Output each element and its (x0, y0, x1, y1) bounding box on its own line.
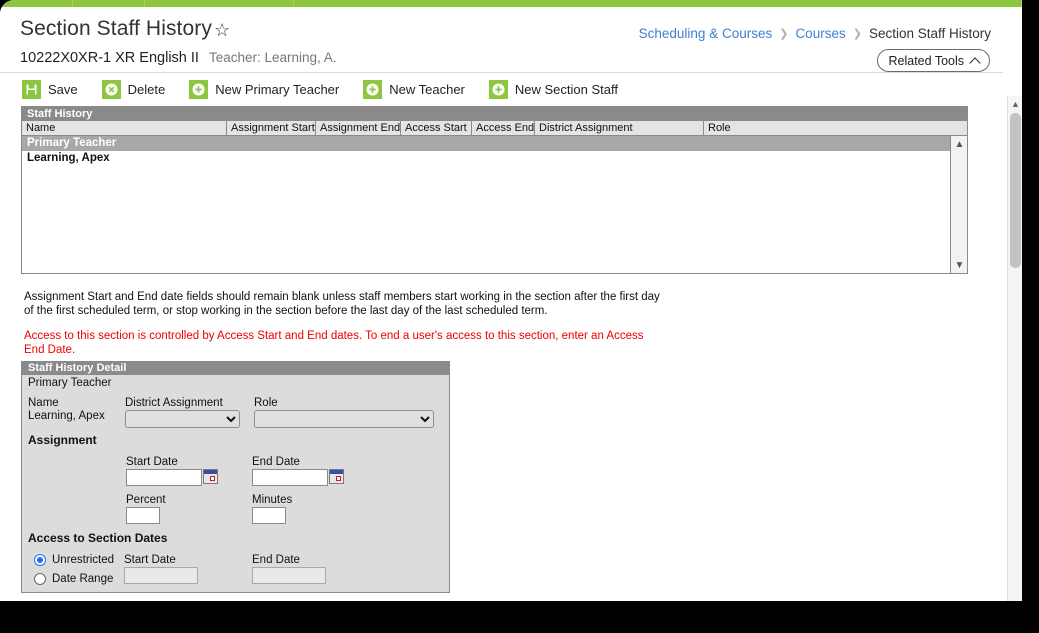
scroll-up-icon[interactable]: ▲ (951, 136, 968, 152)
breadcrumb-separator-icon: ❯ (779, 28, 789, 40)
save-button[interactable]: Save (22, 79, 78, 99)
related-tools-button[interactable]: Related Tools (877, 49, 990, 72)
plus-circle-icon (189, 79, 209, 99)
name-label: Name (28, 397, 59, 409)
detail-subtitle: Primary Teacher (28, 377, 112, 389)
district-assignment-select[interactable] (125, 410, 240, 428)
percent-input[interactable] (126, 507, 160, 524)
grid-body: Primary Teacher Learning, Apex ▲ ▼ (22, 136, 967, 273)
column-header-access-start[interactable]: Access Start (401, 121, 472, 135)
grid-header-row: Name Assignment Start Assignment End Acc… (22, 121, 967, 136)
breadcrumb-separator-icon: ❯ (852, 28, 862, 40)
plus-circle-icon (363, 79, 383, 99)
column-header-name[interactable]: Name (22, 121, 227, 135)
detail-panel-title: Staff History Detail (22, 361, 449, 375)
grid-group-header-primary-teacher: Primary Teacher (22, 136, 950, 151)
breadcrumb-item-courses[interactable]: Courses (795, 26, 845, 41)
new-teacher-label: New Teacher (389, 81, 465, 97)
radio-unrestricted-label: Unrestricted (52, 554, 114, 566)
breadcrumb-item-scheduling-courses[interactable]: Scheduling & Courses (639, 26, 773, 41)
chevron-up-icon (969, 56, 981, 69)
radio-date-range-label: Date Range (52, 573, 114, 585)
page-scroll-thumb[interactable] (1010, 113, 1021, 268)
column-header-district-assignment[interactable]: District Assignment (535, 121, 704, 135)
save-disk-icon (22, 79, 41, 99)
breadcrumb-item-current: Section Staff History (868, 26, 991, 41)
staff-history-detail-panel: Staff History Detail Primary Teacher Nam… (21, 361, 450, 593)
assignment-start-date-input[interactable] (126, 469, 202, 486)
radio-date-range-indicator (34, 573, 46, 585)
teacher-name: Teacher: Learning, A. (208, 50, 337, 65)
scroll-down-icon[interactable]: ▼ (951, 257, 968, 273)
course-subtitle: 10222X0XR-1 XR English II Teacher: Learni… (20, 50, 337, 66)
radio-date-range[interactable]: Date Range (34, 573, 113, 585)
access-start-date-label: Start Date (124, 554, 176, 566)
new-teacher-button[interactable]: New Teacher (363, 79, 465, 99)
page-vertical-scrollbar[interactable]: ▲ (1007, 96, 1022, 601)
browser-frame: Section Staff History ☆ 10222X0XR-1 XR E… (0, 0, 1039, 633)
access-to-section-dates-heading: Access to Section Dates (28, 531, 168, 545)
page-scroll-up-icon[interactable]: ▲ (1008, 96, 1022, 111)
delete-label: Delete (127, 81, 166, 97)
assignment-note: Assignment Start and End date fields sho… (24, 291, 660, 317)
top-green-bar (0, 0, 1022, 7)
new-primary-teacher-button[interactable]: New Primary Teacher (189, 79, 340, 99)
page-title: Section Staff History (20, 17, 212, 40)
minutes-label: Minutes (252, 494, 293, 506)
new-primary-teacher-label: New Primary Teacher (215, 81, 340, 97)
action-toolbar: Save Delete New Primary Teacher New Teac… (0, 74, 1003, 104)
district-assignment-label: District Assignment (125, 397, 223, 409)
assignment-end-date-input[interactable] (252, 469, 328, 486)
radio-unrestricted[interactable]: Unrestricted (34, 554, 114, 566)
save-label: Save (48, 81, 78, 97)
access-note: Access to this section is controlled by … (24, 330, 644, 356)
plus-circle-icon (488, 79, 508, 99)
new-section-staff-label: New Section Staff (514, 81, 618, 97)
column-header-access-end[interactable]: Access End (472, 121, 535, 135)
calendar-picker-icon[interactable] (203, 469, 218, 484)
role-label: Role (254, 397, 278, 409)
access-start-date-input[interactable] (124, 567, 198, 584)
page-header: Section Staff History ☆ 10222X0XR-1 XR E… (0, 7, 1003, 73)
name-value: Learning, Apex (28, 410, 105, 422)
table-row[interactable]: Learning, Apex (22, 151, 967, 166)
grid-vertical-scrollbar[interactable]: ▲ ▼ (950, 136, 967, 273)
radio-unrestricted-indicator (34, 554, 46, 566)
access-end-date-label: End Date (252, 554, 300, 566)
staff-history-grid: Staff History Name Assignment Start Assi… (21, 106, 968, 274)
minutes-input[interactable] (252, 507, 286, 524)
grid-title: Staff History (22, 107, 967, 121)
column-header-role[interactable]: Role (704, 121, 967, 135)
access-end-date-input[interactable] (252, 567, 326, 584)
delete-circle-x-icon (101, 79, 121, 99)
role-select[interactable] (254, 410, 434, 428)
delete-button[interactable]: Delete (101, 79, 166, 99)
new-section-staff-button[interactable]: New Section Staff (488, 79, 618, 99)
course-name: 10222X0XR-1 XR English II (20, 50, 199, 66)
percent-label: Percent (126, 494, 166, 506)
assignment-heading: Assignment (28, 433, 97, 447)
column-header-assignment-start[interactable]: Assignment Start (227, 121, 316, 135)
page-viewport: Section Staff History ☆ 10222X0XR-1 XR E… (0, 0, 1022, 601)
column-header-assignment-end[interactable]: Assignment End (316, 121, 401, 135)
assignment-end-date-label: End Date (252, 456, 300, 468)
calendar-picker-icon[interactable] (329, 469, 344, 484)
breadcrumb: Scheduling & Courses ❯ Courses ❯ Section… (639, 26, 991, 41)
favorite-star-icon[interactable]: ☆ (214, 21, 230, 39)
assignment-start-date-label: Start Date (126, 456, 178, 468)
related-tools-label: Related Tools (888, 53, 964, 68)
